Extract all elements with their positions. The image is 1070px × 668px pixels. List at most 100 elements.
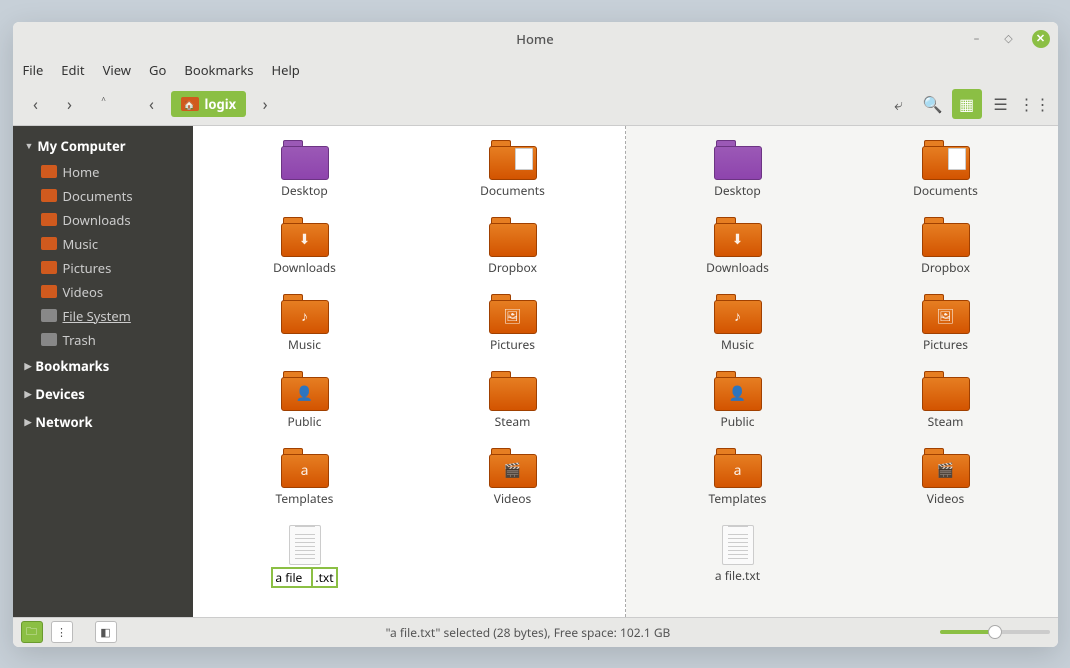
item-label: Templates bbox=[276, 490, 334, 507]
tree-icon: ⋮ bbox=[56, 625, 67, 640]
folder-item[interactable]: ♪ Music bbox=[201, 290, 409, 357]
search-button[interactable]: 🔍 bbox=[918, 89, 948, 119]
icon-view-button[interactable]: ▦ bbox=[952, 89, 982, 119]
folder-icon bbox=[41, 213, 57, 226]
folder-item[interactable]: Steam bbox=[409, 367, 617, 434]
zoom-slider[interactable] bbox=[940, 630, 1050, 634]
folder-item[interactable]: 👤Public bbox=[201, 367, 409, 434]
folder-item[interactable]: aTemplates bbox=[634, 444, 842, 511]
sidebar-item-home[interactable]: Home bbox=[13, 160, 193, 184]
sidebar-item-trash[interactable]: Trash bbox=[13, 328, 193, 352]
up-button[interactable]: ˄ bbox=[89, 89, 119, 119]
rename-input[interactable] bbox=[271, 567, 313, 588]
close-sidebar-button[interactable]: ◧ bbox=[95, 621, 117, 643]
forward-button[interactable]: › bbox=[55, 89, 85, 119]
file-item[interactable]: .txt bbox=[201, 521, 409, 592]
sidebar-section-devices[interactable]: ▶Devices bbox=[13, 380, 193, 408]
path-forward-button[interactable]: › bbox=[250, 89, 280, 119]
close-icon[interactable]: ✕ bbox=[1032, 30, 1050, 48]
file-item[interactable]: a file.txt bbox=[634, 521, 842, 588]
maximize-icon[interactable]: ◇ bbox=[1000, 30, 1018, 48]
chevron-right-icon: ▶ bbox=[25, 359, 32, 372]
folder-item[interactable]: Dropbox bbox=[409, 213, 617, 280]
folder-icon: 🖼 bbox=[489, 294, 537, 334]
drive-icon bbox=[41, 309, 57, 322]
toggle-location-button[interactable]: ⤶ bbox=[884, 89, 914, 119]
sidebar-section-network[interactable]: ▶Network bbox=[13, 408, 193, 436]
folder-item[interactable]: ⬇ Downloads bbox=[201, 213, 409, 280]
folder-item[interactable]: ⬇Downloads bbox=[634, 213, 842, 280]
menu-edit[interactable]: Edit bbox=[61, 61, 84, 79]
folder-item[interactable]: Dropbox bbox=[842, 213, 1050, 280]
toolbar: ‹ › ˄ ‹ 🏠 logix › ⤶ 🔍 ▦ ☰ ⋮⋮ bbox=[13, 84, 1058, 126]
window-controls: – ◇ ✕ bbox=[968, 30, 1050, 48]
home-icon bbox=[41, 165, 57, 178]
compact-view-button[interactable]: ⋮⋮ bbox=[1020, 89, 1050, 119]
folder-icon: 🖼 bbox=[922, 294, 970, 334]
menu-help[interactable]: Help bbox=[271, 61, 299, 79]
sidebar-item-documents[interactable]: Documents bbox=[13, 184, 193, 208]
item-label: Dropbox bbox=[488, 259, 537, 276]
folder-item[interactable]: Steam bbox=[842, 367, 1050, 434]
menu-view[interactable]: View bbox=[103, 61, 131, 79]
folder-icon: 🎬 bbox=[489, 448, 537, 488]
tree-toggle-button[interactable]: ⋮ bbox=[51, 621, 73, 643]
folder-icon: ♪ bbox=[281, 294, 329, 334]
menu-go[interactable]: Go bbox=[149, 61, 166, 79]
folder-item[interactable]: 🎬Videos bbox=[409, 444, 617, 511]
folder-icon bbox=[41, 237, 57, 250]
folder-icon bbox=[489, 217, 537, 257]
item-label: Desktop bbox=[714, 182, 761, 199]
sidebar-item-music[interactable]: Music bbox=[13, 232, 193, 256]
places-toggle-button[interactable]: 🗀 bbox=[21, 621, 43, 643]
folder-item[interactable]: Desktop bbox=[634, 136, 842, 203]
panes: DesktopDocuments⬇DownloadsDropbox♪Music🖼… bbox=[193, 126, 1058, 617]
folder-item[interactable]: aTemplates bbox=[201, 444, 409, 511]
text-file-icon bbox=[289, 525, 321, 565]
path-label: logix bbox=[205, 95, 237, 113]
path-segment[interactable]: 🏠 logix bbox=[171, 91, 247, 117]
folder-icon: ⬇ bbox=[281, 217, 329, 257]
item-label: Steam bbox=[495, 413, 531, 430]
item-label: Videos bbox=[927, 490, 964, 507]
folder-item[interactable]: 🖼Pictures bbox=[842, 290, 1050, 357]
folder-item[interactable]: ♪Music bbox=[634, 290, 842, 357]
menu-file[interactable]: File bbox=[23, 61, 44, 79]
back-button[interactable]: ‹ bbox=[21, 89, 51, 119]
close-panel-icon: ◧ bbox=[100, 625, 110, 640]
statusbar: 🗀 ⋮ ◧ "a file.txt" selected (28 bytes), … bbox=[13, 617, 1058, 647]
item-label: Documents bbox=[913, 182, 978, 199]
folder-item[interactable]: Desktop bbox=[201, 136, 409, 203]
sidebar-section-my-computer[interactable]: ▼My Computer bbox=[13, 132, 193, 160]
sidebar-item-pictures[interactable]: Pictures bbox=[13, 256, 193, 280]
path-back-button[interactable]: ‹ bbox=[137, 89, 167, 119]
window-title: Home bbox=[516, 30, 553, 48]
folder-item[interactable]: 👤Public bbox=[634, 367, 842, 434]
zoom-thumb[interactable] bbox=[988, 625, 1002, 639]
folder-item[interactable]: 🖼Pictures bbox=[409, 290, 617, 357]
item-label: Dropbox bbox=[921, 259, 970, 276]
folder-item[interactable]: Documents bbox=[842, 136, 1050, 203]
minimize-icon[interactable]: – bbox=[968, 30, 986, 48]
sidebar-item-file-system[interactable]: File System bbox=[13, 304, 193, 328]
pane-right[interactable]: DesktopDocuments⬇DownloadsDropbox♪Music🖼… bbox=[626, 126, 1058, 617]
list-view-button[interactable]: ☰ bbox=[986, 89, 1016, 119]
folder-icon bbox=[714, 140, 762, 180]
item-label: a file.txt bbox=[715, 567, 760, 584]
status-text: "a file.txt" selected (28 bytes), Free s… bbox=[125, 624, 932, 641]
folder-item[interactable]: 🎬Videos bbox=[842, 444, 1050, 511]
search-icon: 🔍 bbox=[923, 93, 943, 115]
folder-icon: 👤 bbox=[281, 371, 329, 411]
file-manager-window: Home – ◇ ✕ File Edit View Go Bookmarks H… bbox=[13, 22, 1058, 647]
pane-left[interactable]: DesktopDocuments ⬇ Downloads Dropbox ♪ Music 🖼… bbox=[193, 126, 626, 617]
sidebar-section-bookmarks[interactable]: ▶Bookmarks bbox=[13, 352, 193, 380]
item-label: Public bbox=[720, 413, 754, 430]
folder-item[interactable]: Documents bbox=[409, 136, 617, 203]
titlebar: Home – ◇ ✕ bbox=[13, 22, 1058, 56]
home-icon: 🏠 bbox=[181, 97, 199, 111]
sidebar-item-downloads[interactable]: Downloads bbox=[13, 208, 193, 232]
item-label: Music bbox=[288, 336, 321, 353]
menu-bookmarks[interactable]: Bookmarks bbox=[184, 61, 253, 79]
sidebar-item-videos[interactable]: Videos bbox=[13, 280, 193, 304]
item-label: Downloads bbox=[273, 259, 336, 276]
